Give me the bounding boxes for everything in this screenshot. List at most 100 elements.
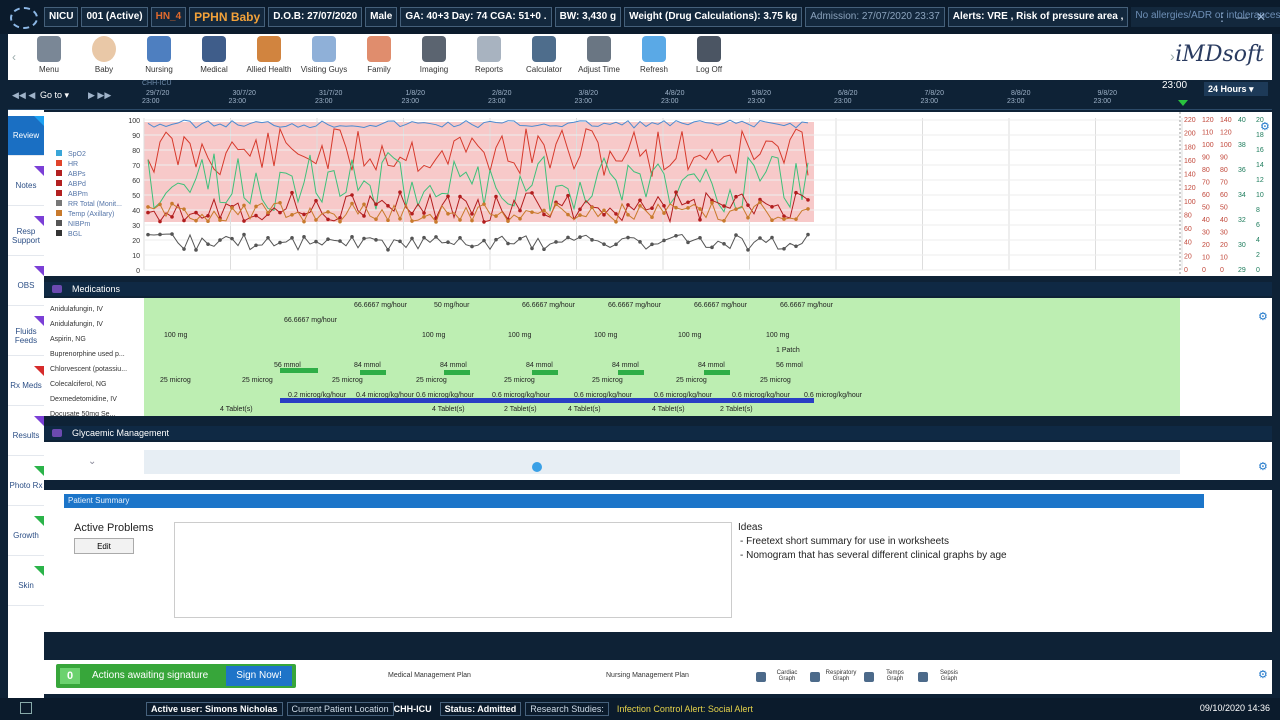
dose-label[interactable]: 100 mg <box>678 332 701 339</box>
nav-growth[interactable]: Growth <box>8 516 44 556</box>
dose-bar[interactable] <box>704 370 730 375</box>
timeline-date[interactable]: 9/8/20 <box>1098 90 1117 97</box>
dose-label[interactable]: 4 Tablet(s) <box>652 406 685 413</box>
checkbox-icon[interactable] <box>20 702 32 714</box>
dose-bar[interactable] <box>360 370 386 375</box>
toolbar-visiting-guys[interactable]: Visiting Guys <box>295 36 353 74</box>
nav-results[interactable]: Results <box>8 416 44 456</box>
toolbar-menu[interactable]: Menu <box>20 36 78 74</box>
med-settings-icon[interactable]: ⚙ <box>1258 310 1268 323</box>
dose-label[interactable]: 66.6667 mg/hour <box>608 302 661 309</box>
toolbar-adjust-time[interactable]: Adjust Time <box>570 36 628 74</box>
dose-label[interactable]: 50 mg/hour <box>434 302 469 309</box>
nursing-plan-link[interactable]: Nursing Management Plan <box>606 672 689 679</box>
timeline-date[interactable]: 4/8/20 <box>665 90 684 97</box>
dose-bar[interactable] <box>444 370 470 375</box>
forward-arrow-icon[interactable]: › <box>1170 48 1175 64</box>
footer-settings-icon[interactable]: ⚙ <box>1258 668 1268 681</box>
nav-review[interactable]: Review <box>8 116 44 156</box>
dose-label[interactable]: 84 mmol <box>612 362 639 369</box>
infection-alert[interactable]: Infection Control Alert: Social Alert <box>613 703 757 715</box>
dose-label[interactable]: 66.6667 mg/hour <box>694 302 747 309</box>
nav-fluids-feeds[interactable]: Fluids Feeds <box>8 316 44 356</box>
dose-label[interactable]: 25 microg <box>592 377 623 384</box>
dose-label[interactable]: 1 Patch <box>776 347 800 354</box>
research-studies[interactable]: Research Studies: <box>525 702 609 716</box>
medication-row-label[interactable]: Chlorvescent (potassiu... <box>50 366 180 373</box>
nav-rx-meds[interactable]: Rx Meds <box>8 366 44 406</box>
medications-panel[interactable]: Anidulafungin, IV Anidulafungin, IV Aspiri… <box>44 298 1272 416</box>
close-icon[interactable]: ✕ <box>1256 10 1266 24</box>
dose-bar[interactable] <box>280 398 814 403</box>
timeline-date[interactable]: 7/8/20 <box>925 90 944 97</box>
dose-label[interactable]: 100 mg <box>164 332 187 339</box>
medication-row-label[interactable]: Buprenorphine used p... <box>50 351 180 358</box>
toolbar-reports[interactable]: Reports <box>460 36 518 74</box>
dose-label[interactable]: 4 Tablet(s) <box>568 406 601 413</box>
vitals-chart[interactable]: 100 90 80 70 60 50 40 30 20 10 0 SpO2 HR ABPs ABPd ABPm… <box>44 112 1272 276</box>
alerts-field[interactable]: Alerts: VRE , Risk of pressure area , <box>947 7 1129 27</box>
glyc-settings-icon[interactable]: ⚙ <box>1258 460 1268 473</box>
rewind-icon[interactable]: ◀◀ ◀ <box>12 90 35 101</box>
dose-label[interactable]: 25 microg <box>760 377 791 384</box>
nav-resp-support[interactable]: Resp Support <box>8 216 44 256</box>
app-logo-icon[interactable] <box>10 7 38 29</box>
sign-now-button[interactable]: Sign Now! <box>226 666 292 686</box>
toolbar-allied-health[interactable]: Allied Health <box>240 36 298 74</box>
dose-label[interactable]: 25 microg <box>332 377 363 384</box>
toolbar-calculator[interactable]: Calculator <box>515 36 573 74</box>
glucose-point-icon[interactable] <box>532 462 542 472</box>
dose-bar[interactable] <box>280 368 318 373</box>
timeline-date[interactable]: 5/8/20 <box>752 90 771 97</box>
medications-header[interactable]: Medications <box>44 282 1272 296</box>
toolbar-nursing[interactable]: Nursing <box>130 36 188 74</box>
dose-label[interactable]: 4 Tablet(s) <box>220 406 253 413</box>
timeline-date[interactable]: 31/7/20 <box>319 90 342 97</box>
back-arrow-icon[interactable]: ‹ <box>12 50 16 64</box>
graph-button[interactable]: Respiratory Graph <box>810 668 860 688</box>
vitals-settings-icon[interactable]: ⚙ <box>1260 121 1270 133</box>
medication-row-label[interactable]: Anidulafungin, IV <box>50 306 180 313</box>
dose-label[interactable]: 25 microg <box>242 377 273 384</box>
dose-label[interactable]: 100 mg <box>594 332 617 339</box>
dose-label[interactable]: 66.6667 mg/hour <box>780 302 833 309</box>
nav-photo-rx[interactable]: Photo Rx <box>8 466 44 506</box>
collapse-icon[interactable] <box>52 429 62 437</box>
dose-label[interactable]: 84 mmol <box>698 362 725 369</box>
timeline-date[interactable]: 8/8/20 <box>1011 90 1030 97</box>
medication-row-label[interactable]: Dexmedetomidine, IV <box>50 396 180 403</box>
dose-label[interactable]: 66.6667 mg/hour <box>354 302 407 309</box>
glycaemic-panel[interactable]: ⌄ ⚙ <box>44 442 1272 480</box>
dose-label[interactable]: 25 microg <box>504 377 535 384</box>
dose-label[interactable]: 100 mg <box>422 332 445 339</box>
medication-row-label[interactable]: Aspirin, NG <box>50 336 180 343</box>
nav-skin[interactable]: Skin <box>8 566 44 606</box>
dose-label[interactable]: 2 Tablet(s) <box>504 406 537 413</box>
timeline-date[interactable]: 3/8/20 <box>579 90 598 97</box>
graph-button[interactable]: Cardiac Graph <box>756 668 806 688</box>
forward-icon[interactable]: ▶ ▶▶ <box>88 90 111 101</box>
dose-label[interactable]: 66.6667 mg/hour <box>284 317 337 324</box>
dose-label[interactable]: 100 mg <box>508 332 531 339</box>
dose-label[interactable]: 25 microg <box>416 377 447 384</box>
active-problems-box[interactable] <box>174 522 732 618</box>
dose-bar[interactable] <box>618 370 644 375</box>
dose-label[interactable]: 84 mmol <box>440 362 467 369</box>
minimize-icon[interactable]: — <box>1236 10 1248 24</box>
timeline-date[interactable]: 2/8/20 <box>492 90 511 97</box>
range-dropdown[interactable]: 24 Hours ▾ <box>1204 82 1268 96</box>
nav-obs[interactable]: OBS <box>8 266 44 306</box>
timeline-date[interactable]: 1/8/20 <box>406 90 425 97</box>
toolbar-log-off[interactable]: Log Off <box>680 36 738 74</box>
goto-dropdown[interactable]: Go to ▾ <box>40 90 69 101</box>
dose-bar[interactable] <box>532 370 558 375</box>
dose-label[interactable]: 84 mmol <box>526 362 553 369</box>
nav-notes[interactable]: Notes <box>8 166 44 206</box>
dose-label[interactable]: 66.6667 mg/hour <box>522 302 575 309</box>
glycaemic-header[interactable]: Glycaemic Management <box>44 426 1272 440</box>
timeline-date[interactable]: 29/7/20 <box>146 90 169 97</box>
toolbar-imaging[interactable]: Imaging <box>405 36 463 74</box>
dose-label[interactable]: 2 Tablet(s) <box>720 406 753 413</box>
dose-label[interactable]: 25 microg <box>676 377 707 384</box>
medication-row-label[interactable]: Anidulafungin, IV <box>50 321 180 328</box>
